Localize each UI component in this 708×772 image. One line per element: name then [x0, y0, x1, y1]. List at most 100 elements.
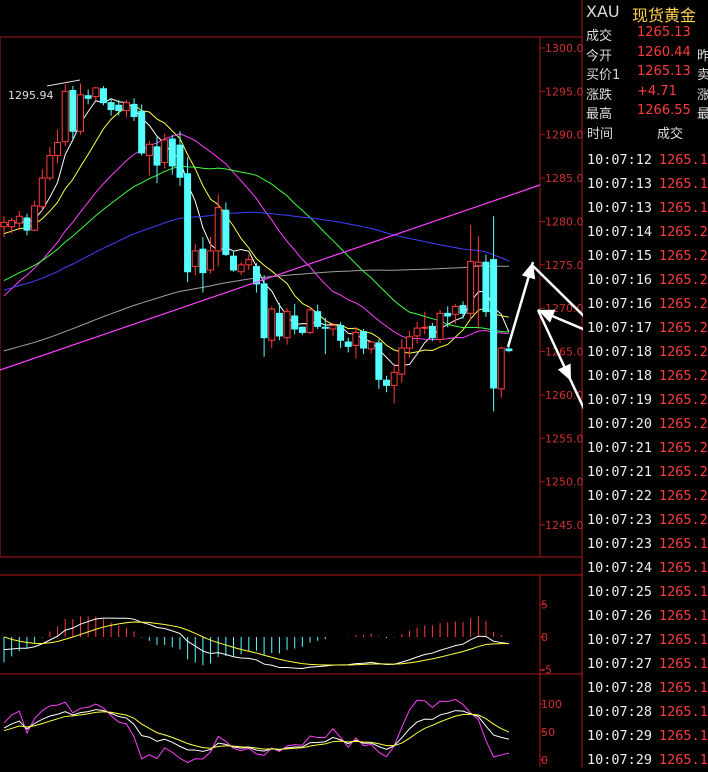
- candle: [184, 157, 192, 283]
- candle-body: [451, 305, 459, 315]
- candle-body: [230, 255, 237, 271]
- tick-price: 1265.1: [659, 656, 708, 672]
- tick-time: 10:07:21: [587, 464, 653, 480]
- candle: [260, 275, 268, 357]
- candle: [54, 129, 62, 164]
- candle-body: [61, 90, 69, 143]
- candle: [222, 202, 230, 257]
- candle: [46, 146, 54, 181]
- candle: [84, 89, 92, 105]
- candle: [283, 308, 291, 345]
- candle-body: [421, 326, 429, 329]
- chart-area: 1300.01295.01290.01285.01280.01275.01270…: [0, 0, 583, 767]
- tick-time: 10:07:14: [587, 224, 653, 240]
- candle-body: [38, 177, 46, 208]
- tick-price: 1265.1: [659, 176, 708, 192]
- quote-label: 买价1: [586, 68, 621, 84]
- quote-value: 1260.44: [637, 44, 691, 60]
- tick-row: 10:07:27 1265.1: [583, 628, 708, 652]
- candle-body: [398, 347, 406, 375]
- tick-price: 1265.2: [659, 488, 708, 504]
- candle: [8, 217, 16, 234]
- tick-time: 10:07:17: [587, 320, 653, 336]
- tick-price: 1265.2: [659, 320, 708, 336]
- tick-time: 10:07:16: [587, 296, 653, 312]
- tick-time: 10:07:25: [587, 584, 653, 600]
- candle-body: [405, 336, 413, 349]
- tick-price: 1265.2: [659, 248, 708, 264]
- candle-body: [459, 305, 467, 314]
- tick-row: 10:07:21 1265.2: [583, 460, 708, 484]
- symbol-header: XAU 现货黄金: [583, 0, 708, 25]
- macd-tick-label: -5: [541, 664, 552, 677]
- macd-tick-label: 5: [541, 599, 548, 612]
- tick-price: 1265.2: [659, 512, 708, 528]
- candle-body: [283, 311, 291, 339]
- tick-time: 10:07:12: [587, 152, 653, 168]
- candle-body: [15, 215, 23, 224]
- candle: [344, 337, 352, 353]
- candle: [467, 224, 475, 321]
- candle-body: [314, 311, 322, 327]
- tick-time: 10:07:13: [587, 200, 653, 216]
- candle-body: [367, 341, 375, 350]
- tick-time: 10:07:22: [587, 488, 653, 504]
- tick-time: 10:07:26: [587, 608, 653, 624]
- tick-price: 1265.1: [659, 728, 708, 744]
- candle-body: [153, 146, 161, 166]
- quote-panel: XAU 现货黄金 成交 1265.13 今开 1260.44 昨买价1 1265.13 卖涨…: [583, 0, 708, 768]
- candle-body: [390, 371, 398, 386]
- tick-time: 10:07:13: [587, 176, 653, 192]
- quote-label: 涨跌: [586, 87, 613, 103]
- tick-price: 1265.2: [659, 368, 708, 384]
- candle-body: [329, 325, 337, 330]
- tick-price: 1265.1: [659, 632, 708, 648]
- tick-time: 10:07:29: [587, 752, 653, 768]
- tick-row: 10:07:23 1265.1: [583, 532, 708, 556]
- tick-price: 1265.1: [659, 704, 708, 720]
- tick-row: 10:07:28 1265.1: [583, 676, 708, 700]
- candle: [405, 330, 413, 358]
- candle: [23, 213, 31, 236]
- candle-body: [0, 221, 8, 228]
- candle: [298, 326, 306, 336]
- candle: [337, 322, 345, 349]
- candle-body: [99, 88, 107, 104]
- candle: [428, 322, 436, 342]
- kdj-tick-label: 0: [541, 754, 548, 767]
- trend-line: [0, 184, 541, 371]
- tick-row: 10:07:29 1265.1: [583, 724, 708, 748]
- tick-row: 10:07:22 1265.2: [583, 484, 708, 508]
- candle-body: [107, 102, 115, 111]
- y-tick-label: 1275.0: [545, 259, 583, 272]
- candle: [306, 307, 314, 335]
- tick-price: 1265.2: [659, 272, 708, 288]
- tick-price: 1265.1: [659, 200, 708, 216]
- candle: [398, 339, 406, 383]
- candle-body: [138, 110, 146, 154]
- tick-price: 1265.2: [659, 440, 708, 456]
- quote-row: 买价1 1265.13 卖: [583, 63, 708, 84]
- kdj-j-line: [3, 698, 510, 764]
- ma20-line: [3, 133, 509, 340]
- candle-body: [184, 173, 192, 273]
- ticks-time-header: 时间: [587, 127, 614, 142]
- quote-value: 1265.13: [637, 64, 691, 80]
- candle: [161, 133, 169, 169]
- candle-body: [344, 341, 352, 347]
- tick-row: 10:07:28 1265.1: [583, 700, 708, 724]
- tick-price: 1265.1: [659, 752, 708, 768]
- candle: [490, 216, 498, 412]
- candle-body: [482, 261, 490, 313]
- tick-row: 10:07:17 1265.2: [583, 316, 708, 340]
- candle: [444, 306, 452, 328]
- tick-row: 10:07:14 1265.2: [583, 220, 708, 244]
- candle-body: [337, 325, 345, 341]
- tick-row: 10:07:13 1265.1: [583, 196, 708, 220]
- candle-body: [375, 342, 383, 380]
- candle: [482, 254, 490, 317]
- quote-row: 今开 1260.44 昨: [583, 44, 708, 64]
- tick-row: 10:07:20 1265.2: [583, 412, 708, 436]
- candle: [77, 83, 84, 135]
- tick-time: 10:07:28: [587, 704, 653, 720]
